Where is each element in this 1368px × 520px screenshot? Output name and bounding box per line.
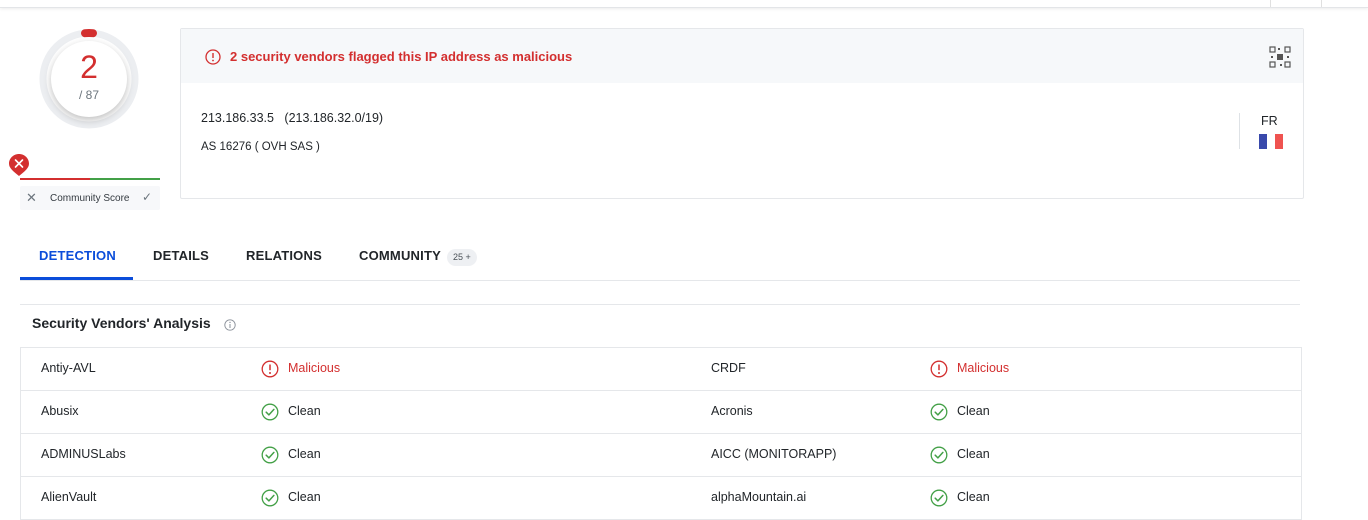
- info-icon[interactable]: [224, 319, 236, 331]
- nav-divider: [1321, 0, 1322, 7]
- community-score-row: ✕ Community Score ✓: [20, 186, 160, 210]
- ip-address[interactable]: 213.186.33.5 (213.186.32.0/19): [201, 111, 383, 125]
- vendor-total: / 87: [78, 88, 99, 102]
- vendor-name: AlienVault: [41, 490, 97, 504]
- check-circle-icon: [930, 489, 948, 507]
- vendors-table: Antiy-AVL Malicious CRDF Malicious Abusix Cle…: [20, 347, 1302, 520]
- alert-circle-icon: [261, 360, 279, 378]
- country-divider: [1239, 113, 1240, 149]
- nav-divider: [1270, 0, 1271, 7]
- vendor-result: Clean: [957, 490, 990, 504]
- vendors-section-header: Security Vendors' Analysis: [20, 304, 1300, 341]
- vendor-result: Clean: [957, 447, 990, 461]
- vendor-name: AICC (MONITORAPP): [711, 447, 837, 461]
- tab-detection[interactable]: DETECTION: [39, 248, 116, 263]
- community-score-bar-negative: [20, 178, 90, 180]
- community-count-badge: 25 +: [447, 249, 477, 266]
- detection-alert-banner: 2 security vendors flagged this IP addre…: [181, 29, 1303, 83]
- vendor-result: Malicious: [288, 361, 341, 375]
- check-circle-icon: [261, 403, 279, 421]
- table-row: AlienVault Clean alphaMountain.ai Clean: [21, 477, 1301, 520]
- tab-community[interactable]: COMMUNITY: [359, 248, 441, 263]
- check-circle-icon: [930, 446, 948, 464]
- active-tab-indicator: [20, 277, 133, 280]
- vote-harmful-icon[interactable]: ✕: [26, 190, 37, 206]
- detection-alert-text: 2 security vendors flagged this IP addre…: [230, 49, 573, 64]
- vendor-name: ADMINUSLabs: [41, 447, 126, 461]
- vendor-name: CRDF: [711, 361, 746, 375]
- as-owner[interactable]: AS 16276 ( OVH SAS ): [201, 141, 320, 153]
- tab-relations[interactable]: RELATIONS: [246, 248, 322, 263]
- table-row: ADMINUSLabs Clean AICC (MONITORAPP) Clean: [21, 434, 1301, 477]
- vendor-result: Clean: [957, 404, 990, 418]
- vendor-result: Clean: [288, 447, 321, 461]
- detection-count: 2: [80, 49, 98, 85]
- vendor-name: Abusix: [41, 404, 79, 418]
- country-code: FR: [1261, 114, 1278, 128]
- table-row: Abusix Clean Acronis Clean: [21, 391, 1301, 434]
- community-score-bar-positive: [90, 178, 160, 180]
- check-circle-icon: [930, 403, 948, 421]
- vendor-result: Malicious: [957, 361, 1010, 375]
- section-title: Security Vendors' Analysis: [32, 315, 211, 331]
- tab-bar: DETECTION DETAILS RELATIONS COMMUNITY 25…: [20, 236, 1300, 281]
- table-row: Antiy-AVL Malicious CRDF Malicious: [21, 348, 1301, 391]
- detection-score-gauge: 2 / 87: [38, 28, 140, 130]
- tab-details[interactable]: DETAILS: [153, 248, 209, 263]
- qr-code-icon[interactable]: [1269, 46, 1291, 68]
- check-circle-icon: [261, 446, 279, 464]
- check-circle-icon: [261, 489, 279, 507]
- vendor-result: Clean: [288, 490, 321, 504]
- vendor-name: alphaMountain.ai: [711, 490, 807, 504]
- vendor-result: Clean: [288, 404, 321, 418]
- ip-summary-card: 2 security vendors flagged this IP addre…: [180, 28, 1304, 199]
- top-nav-bar: [0, 0, 1368, 8]
- vendor-name: Acronis: [711, 404, 753, 418]
- vendor-name: Antiy-AVL: [41, 361, 96, 375]
- alert-circle-icon: [205, 49, 221, 65]
- vote-harmless-icon[interactable]: ✓: [142, 190, 152, 204]
- community-negative-badge-icon: [9, 154, 29, 176]
- community-score-label: Community Score: [50, 193, 130, 204]
- france-flag-icon: [1259, 134, 1283, 149]
- alert-circle-icon: [930, 360, 948, 378]
